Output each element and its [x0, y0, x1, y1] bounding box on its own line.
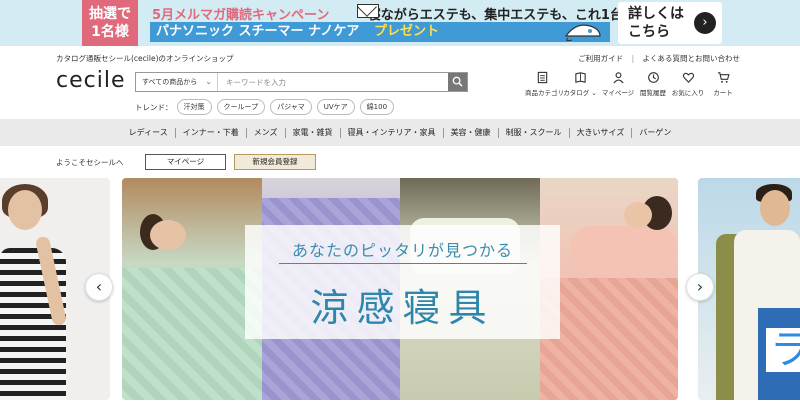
- welcome-text: ようこそセシールへ: [56, 158, 124, 167]
- product-category-button[interactable]: 商品カテゴリ: [525, 71, 564, 97]
- history-label: 閲覧履歴: [640, 89, 666, 97]
- hero-copy-box: あなたのピッタリが見つかる 涼感寝具: [245, 225, 560, 339]
- link-divider: |: [631, 54, 635, 63]
- search-button[interactable]: [448, 73, 467, 91]
- lottery-badge: 抽選で 1名様: [82, 0, 138, 46]
- chevron-right-icon: ›: [696, 277, 704, 296]
- search-category-select[interactable]: すべての商品から ⌄: [136, 73, 218, 91]
- category-label: 商品カテゴリ: [525, 89, 564, 97]
- model-face: [8, 190, 42, 230]
- cart-button[interactable]: カート: [706, 71, 740, 97]
- chevron-left-icon: ‹: [95, 277, 103, 296]
- mypage-link-button[interactable]: マイページ: [145, 154, 226, 170]
- nav-item-beauty[interactable]: 美容・健康: [442, 127, 498, 138]
- carousel-prev-button[interactable]: ‹: [85, 273, 113, 301]
- cart-icon: [706, 71, 740, 85]
- model-face: [760, 190, 790, 226]
- mypage-label: マイページ: [601, 89, 635, 97]
- hero-carousel: あなたのピッタリが見つかる 涼感寝具 ラ ‹ ›: [0, 178, 800, 414]
- trend-chip[interactable]: パジャマ: [270, 99, 312, 115]
- history-icon: [636, 71, 670, 85]
- pink-blanket: [540, 278, 678, 400]
- pink-body-pillow: [570, 226, 678, 274]
- green-blanket: [122, 268, 262, 400]
- nav-item-inner[interactable]: インナー・下着: [174, 127, 246, 138]
- trend-label: トレンド：: [135, 102, 173, 112]
- promo-details-button[interactable]: 詳しくは こちら ›: [618, 2, 722, 44]
- promo-product-strip: パナソニック スチーマー ナノケア プレゼント: [150, 22, 610, 42]
- favorites-button[interactable]: お気に入り: [671, 71, 705, 97]
- faq-link[interactable]: よくある質問とお問い合わせ: [643, 54, 741, 63]
- category-nav: レディース インナー・下着 メンズ 家電・雑貨 寝具・インテリア・家具 美容・健…: [0, 119, 800, 146]
- mypage-icon: [601, 71, 635, 85]
- mypage-button[interactable]: マイページ: [601, 71, 635, 97]
- favorites-label: お気に入り: [671, 89, 705, 97]
- search-bar: すべての商品から ⌄: [135, 72, 468, 92]
- site-logo[interactable]: cecile: [56, 68, 126, 93]
- trend-chip[interactable]: UVケア: [316, 99, 355, 115]
- carousel-slide-current[interactable]: あなたのピッタリが見つかる 涼感寝具: [122, 178, 678, 400]
- search-category-value: すべての商品から: [142, 78, 198, 86]
- cta-line2: こちら: [628, 24, 670, 40]
- catalog-icon: [560, 71, 600, 85]
- promo-banner[interactable]: 抽選で 1名様 5月メルマガ購読キャンペーン 寝ながらエステも、集中エステも、こ…: [0, 0, 800, 46]
- bedding-photo-pink: [540, 178, 678, 400]
- guide-link[interactable]: ご利用ガイド: [578, 54, 623, 63]
- hero-subtitle: あなたのピッタリが見つかる: [291, 241, 513, 260]
- nav-item-appliances[interactable]: 家電・雑貨: [284, 127, 340, 138]
- badge-line1: 抽選で: [89, 6, 131, 22]
- nav-item-bedding[interactable]: 寝具・インテリア・家具: [339, 127, 443, 138]
- search-icon: [452, 76, 463, 87]
- trend-chip[interactable]: クーループ: [216, 99, 266, 115]
- history-button[interactable]: 閲覧履歴: [636, 71, 670, 97]
- sleeper-face: [624, 202, 652, 228]
- promo-product: パナソニック スチーマー ナノケア: [156, 24, 360, 39]
- cta-line1: 詳しくは: [628, 6, 684, 22]
- search-input[interactable]: [218, 73, 448, 91]
- trend-chip[interactable]: 綿100: [359, 99, 395, 115]
- hero-title: 涼感寝具: [310, 286, 495, 330]
- bedding-photo-green: [122, 178, 262, 400]
- hero-divider: [279, 263, 527, 264]
- nav-item-large-size[interactable]: 大きいサイズ: [568, 127, 632, 138]
- heart-icon: [671, 71, 705, 85]
- register-button[interactable]: 新規会員登録: [234, 154, 316, 170]
- envelope-icon: [357, 4, 379, 18]
- sleeper-face: [150, 220, 186, 250]
- chevron-right-icon: ›: [694, 12, 716, 34]
- nav-item-ladies[interactable]: レディース: [122, 128, 175, 138]
- carousel-next-button[interactable]: ›: [686, 273, 714, 301]
- promo-present: プレゼント: [373, 24, 439, 39]
- utility-links: ご利用ガイド | よくある質問とお問い合わせ: [572, 53, 740, 64]
- header-icon-menu: 商品カテゴリ カタログ ⌄ マイページ 閲覧履歴 お気に入り カート: [525, 71, 741, 97]
- promo-headline: 5月メルマガ購読キャンペーン 寝ながらエステも、集中エステも、これ1台: [152, 4, 623, 23]
- badge-line2: 1名様: [91, 24, 129, 40]
- catalog-label: カタログ: [563, 89, 590, 97]
- next-slide-heading: ラ: [766, 328, 800, 372]
- catalog-button[interactable]: カタログ ⌄: [560, 71, 600, 97]
- site-tagline: カタログ通販セシール(cecile)のオンラインショップ: [56, 54, 234, 63]
- cart-label: カート: [713, 89, 733, 97]
- trend-chip[interactable]: 汗対策: [176, 99, 212, 115]
- promo-campaign: 5月メルマガ購読キャンペーン: [152, 8, 330, 23]
- promo-cta-label: 詳しくは こちら: [628, 5, 690, 41]
- trend-keywords: トレンド： 汗対策 クーループ パジャマ UVケア 綿100: [135, 99, 399, 115]
- chevron-down-icon: ⌄: [205, 77, 212, 86]
- steamer-icon: [564, 24, 601, 42]
- category-icon: [525, 71, 559, 85]
- chevron-down-icon: ⌄: [589, 89, 597, 97]
- nav-item-uniform[interactable]: 制服・スクール: [497, 127, 569, 138]
- nav-item-bargain[interactable]: バーゲン: [631, 127, 678, 138]
- nav-item-mens[interactable]: メンズ: [245, 127, 285, 138]
